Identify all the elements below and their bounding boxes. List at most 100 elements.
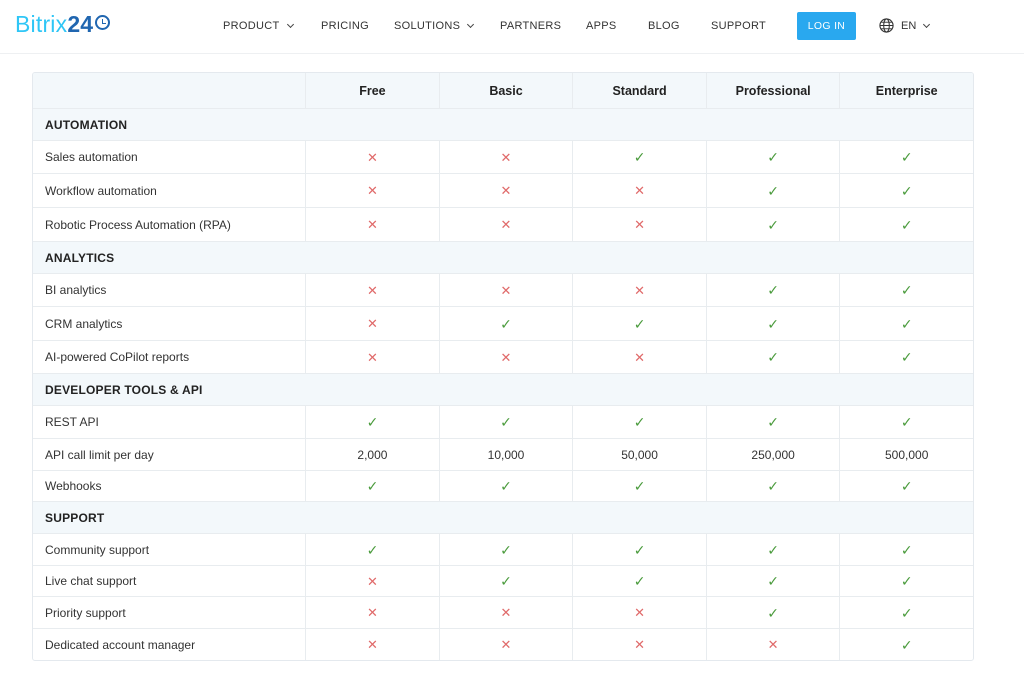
nav-support[interactable]: SUPPORT [711,20,766,32]
cross-icon: ✕ [572,597,706,628]
login-button[interactable]: LOG IN [797,12,856,40]
language-selector[interactable]: EN [879,18,931,33]
table-row: CRM analytics ✕ ✓ ✓ ✓ ✓ [33,306,973,340]
feature-name: Robotic Process Automation (RPA) [45,217,231,232]
check-icon: ✓ [839,141,973,173]
cross-icon: ✕ [572,341,706,373]
check-icon: ✓ [705,406,840,438]
chevron-down-icon [286,20,294,29]
chevron-down-icon [923,20,931,28]
limit-value: 10,000 [438,439,573,470]
check-icon: ✓ [705,566,840,596]
table-row: Workflow automation ✕ ✕ ✕ ✓ ✓ [33,173,973,207]
nav-blog[interactable]: BLOG [648,20,680,32]
site-header: Bitrix 24 PRODUCT PRICING SOLUTIONS PARTN… [0,0,1024,54]
cross-icon: ✕ [438,274,573,306]
check-icon: ✓ [572,141,706,173]
check-icon: ✓ [705,174,840,207]
check-icon: ✓ [572,471,706,501]
check-icon: ✓ [839,274,973,306]
check-icon: ✓ [305,534,439,565]
check-icon: ✓ [839,629,973,660]
plan-comparison-table: Free Basic Standard Professional Enterpr… [32,72,974,661]
check-icon: ✓ [438,566,573,596]
table-row: Robotic Process Automation (RPA) ✕ ✕ ✕ ✓ ✓ [33,207,973,241]
check-icon: ✓ [839,471,973,501]
cross-icon: ✕ [572,629,706,660]
feature-column-header [33,73,305,108]
feature-name: Live chat support [45,574,137,588]
check-icon: ✓ [438,534,573,565]
feature-name: REST API [45,415,99,429]
check-icon: ✓ [705,597,840,628]
cross-icon: ✕ [305,566,439,596]
check-icon: ✓ [572,566,706,596]
check-icon: ✓ [839,597,973,628]
cross-icon: ✕ [438,341,573,373]
feature-name: CRM analytics [45,316,123,331]
limit-value: 50,000 [572,439,706,470]
check-icon: ✓ [705,534,840,565]
check-icon: ✓ [705,274,840,306]
logo-number: 24 [67,11,94,37]
limit-value: 500,000 [839,439,973,470]
table-row: REST API ✓ ✓ ✓ ✓ ✓ [33,405,973,438]
nav-solutions[interactable]: SOLUTIONS [394,20,475,32]
section-title: ANALYTICS [45,250,115,265]
check-icon: ✓ [839,174,973,207]
section-title: AUTOMATION [45,117,128,132]
nav-label: PARTNERS [500,20,562,32]
plan-header: Free [305,73,439,108]
cross-icon: ✕ [305,341,439,373]
nav-label: SOLUTIONS [394,20,461,32]
plan-header: Standard [572,73,706,108]
cross-icon: ✕ [572,174,706,207]
feature-name: Priority support [45,605,126,620]
check-icon: ✓ [438,406,573,438]
feature-name: Webhooks [45,479,102,493]
cross-icon: ✕ [305,141,439,173]
feature-name: Community support [45,542,150,557]
cross-icon: ✕ [305,174,439,207]
check-icon: ✓ [438,307,573,340]
table-row: Webhooks ✓ ✓ ✓ ✓ ✓ [33,470,973,501]
table-row: Priority support ✕ ✕ ✕ ✓ ✓ [33,596,973,628]
feature-name: Workflow automation [45,183,157,198]
table-row: AI-powered CoPilot reports ✕ ✕ ✕ ✓ ✓ [33,340,973,373]
nav-pricing[interactable]: PRICING [321,20,369,32]
cross-icon: ✕ [438,141,573,173]
nav-label: APPS [586,20,617,32]
logo-text: Bitrix [15,11,68,37]
section-title: SUPPORT [45,510,105,525]
nav-partners[interactable]: PARTNERS [500,20,561,32]
cross-icon: ✕ [438,208,573,241]
nav-label: PRODUCT [223,20,280,32]
check-icon: ✓ [705,341,840,373]
nav-apps[interactable]: APPS [586,20,617,32]
plan-header: Professional [705,73,840,108]
table-row: BI analytics ✕ ✕ ✕ ✓ ✓ [33,273,973,306]
feature-name: AI-powered CoPilot reports [45,350,190,364]
check-icon: ✓ [705,307,840,340]
plan-header: Enterprise [839,73,973,108]
check-icon: ✓ [839,208,973,241]
table-body: AUTOMATION Sales automation ✕ ✕ ✓ ✓ ✓ Workflow … [33,108,973,660]
cross-icon: ✕ [305,307,439,340]
nav-product[interactable]: PRODUCT [223,20,294,32]
table-row: Live chat support ✕ ✓ ✓ ✓ ✓ [33,565,973,596]
check-icon: ✓ [305,406,439,438]
check-icon: ✓ [839,307,973,340]
cross-icon: ✕ [438,629,573,660]
section-header-row: ANALYTICS [33,241,973,273]
feature-name: Sales automation [45,150,138,164]
limit-value: 250,000 [705,439,840,470]
section-header-row: SUPPORT [33,501,973,533]
check-icon: ✓ [438,471,573,501]
language-label: EN [901,19,917,32]
bitrix24-logo[interactable]: Bitrix 24 [15,11,111,38]
cross-icon: ✕ [305,629,439,660]
check-icon: ✓ [839,406,973,438]
check-icon: ✓ [572,406,706,438]
cross-icon: ✕ [572,208,706,241]
check-icon: ✓ [705,141,840,173]
